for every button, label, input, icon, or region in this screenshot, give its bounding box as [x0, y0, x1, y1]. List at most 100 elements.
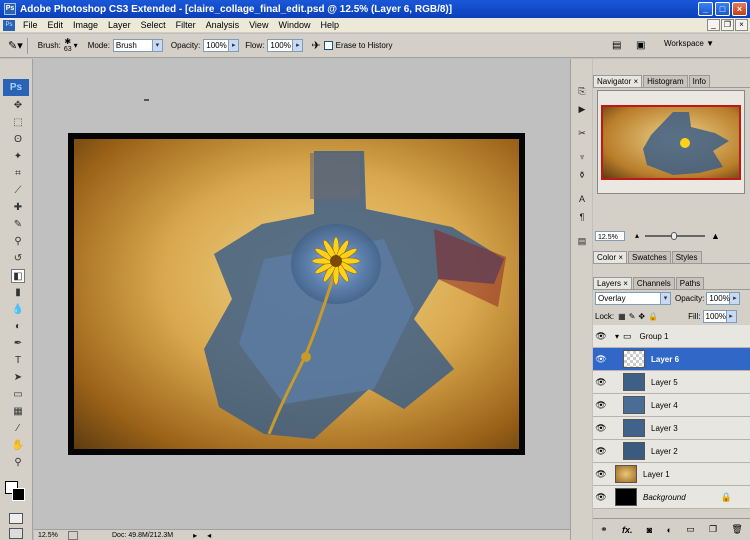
visibility-eye-icon[interactable]: 👁 — [593, 423, 609, 434]
photoshop-logo[interactable]: Ps — [3, 79, 29, 96]
blur-tool-icon[interactable]: 💧 — [11, 303, 25, 317]
visibility-eye-icon[interactable]: 👁 — [593, 469, 609, 480]
healing-brush-tool-icon[interactable]: ✚ — [11, 201, 25, 215]
workspace-button[interactable]: Workspace ▼ — [664, 39, 714, 48]
menu-help[interactable]: Help — [315, 20, 344, 30]
zoom-tool-icon[interactable]: ⚲ — [11, 456, 25, 470]
brush-picker[interactable]: ✱ 63 — [64, 37, 72, 54]
adjustment-layer-icon[interactable]: ◐ — [666, 525, 671, 535]
minimize-button[interactable]: _ — [698, 2, 713, 16]
tab-styles[interactable]: Styles — [671, 251, 702, 263]
tab-swatches[interactable]: Swatches — [628, 251, 671, 263]
airbrush-icon[interactable]: ✈ — [311, 39, 320, 52]
status-info-icon[interactable] — [68, 530, 78, 540]
type-tool-icon[interactable]: T — [11, 354, 25, 368]
layer-mask-icon[interactable]: ◙ — [647, 525, 652, 535]
menu-analysis[interactable]: Analysis — [201, 20, 245, 30]
actions-panel-icon[interactable]: ▶ — [575, 102, 589, 116]
tool-presets-icon[interactable]: ✂ — [575, 126, 589, 140]
history-panel-icon[interactable]: ⎘ — [575, 84, 589, 98]
visibility-eye-icon[interactable]: 👁 — [593, 377, 609, 388]
doc-minimize-button[interactable]: _ — [707, 19, 720, 31]
maximize-button[interactable]: □ — [715, 2, 730, 16]
opacity-slider-icon[interactable]: ▸ — [229, 39, 240, 52]
link-layers-icon[interactable]: ⚭ — [600, 524, 608, 535]
blend-mode-dropdown-icon[interactable]: ▾ — [661, 291, 671, 305]
tab-color[interactable]: Color × — [593, 251, 628, 263]
rectangle-tool-icon[interactable]: ▭ — [11, 388, 25, 402]
blend-mode-select[interactable]: Overlay — [595, 291, 661, 305]
bridge-icon[interactable]: ▣ — [636, 40, 645, 51]
pen-tool-icon[interactable]: ✒ — [11, 337, 25, 351]
tab-paths[interactable]: Paths — [675, 277, 705, 289]
visibility-eye-icon[interactable]: 👁 — [593, 492, 609, 503]
clone-stamp-tool-icon[interactable]: ⚲ — [11, 235, 25, 249]
move-tool-icon[interactable]: ✥ — [11, 99, 25, 113]
screen-mode-icon[interactable] — [9, 528, 23, 539]
dodge-tool-icon[interactable]: ◐ — [11, 320, 25, 334]
file-browser-icon[interactable]: ▤ — [612, 40, 621, 51]
fill-slider-icon[interactable]: ▸ — [726, 309, 737, 323]
document-icon[interactable]: Ps — [3, 19, 15, 31]
layer-row-layer-5[interactable]: 👁 Layer 5 — [593, 371, 750, 394]
brushes-panel-icon[interactable]: ♆ — [575, 150, 589, 164]
path-selection-tool-icon[interactable]: ➤ — [11, 371, 25, 385]
layer-style-icon[interactable]: fx. — [622, 525, 633, 535]
visibility-eye-icon[interactable]: 👁 — [593, 331, 609, 342]
visibility-eye-icon[interactable]: 👁 — [593, 400, 609, 411]
flow-slider-icon[interactable]: ▸ — [293, 39, 304, 52]
tab-layers[interactable]: Layers × — [593, 277, 632, 289]
lock-all-icon[interactable]: 🔒 — [648, 312, 658, 321]
zoom-slider-thumb[interactable] — [671, 231, 678, 240]
mode-dropdown-icon[interactable]: ▾ — [152, 39, 163, 52]
flow-input[interactable]: 100% — [267, 39, 294, 52]
menu-select[interactable]: Select — [136, 20, 171, 30]
zoom-level[interactable]: 12.5% — [38, 532, 66, 539]
mode-select[interactable]: Brush — [112, 39, 153, 52]
erase-to-history-checkbox[interactable] — [323, 41, 333, 50]
layer-opacity-input[interactable]: 100% — [706, 291, 731, 305]
new-group-icon[interactable]: ▭ — [686, 524, 695, 535]
layer-row-layer-3[interactable]: 👁 Layer 3 — [593, 417, 750, 440]
menu-image[interactable]: Image — [68, 20, 103, 30]
status-menu-arrow-icon[interactable]: ▸ — [193, 531, 197, 540]
background-color-swatch[interactable] — [12, 488, 25, 501]
tab-histogram[interactable]: Histogram — [643, 75, 688, 87]
eyedropper-tool-icon[interactable]: ⁄ — [11, 422, 25, 436]
group-expand-icon[interactable]: ▾ — [615, 332, 619, 341]
navigator-thumbnail[interactable] — [601, 105, 741, 180]
layer-comps-icon[interactable]: ▤ — [575, 234, 589, 248]
clone-source-icon[interactable]: ⚱ — [575, 168, 589, 182]
notes-tool-icon[interactable]: ▦ — [11, 405, 25, 419]
menu-window[interactable]: Window — [273, 20, 315, 30]
layer-row-group-1[interactable]: 👁 ▾ ▭ Group 1 — [593, 325, 750, 348]
scroll-left-icon[interactable]: ◂ — [207, 531, 211, 540]
tab-channels[interactable]: Channels — [632, 277, 675, 289]
lasso-tool-icon[interactable]: ʘ — [11, 133, 25, 147]
eraser-tool-preset-icon[interactable]: ✎▾ — [8, 39, 23, 52]
marquee-tool-icon[interactable]: ⬚ — [11, 116, 25, 130]
brush-tool-icon[interactable]: ✎ — [11, 218, 25, 232]
visibility-eye-icon[interactable]: 👁 — [593, 446, 609, 457]
doc-close-button[interactable]: × — [735, 19, 748, 31]
tab-navigator[interactable]: Navigator × — [593, 75, 643, 87]
zoom-slider[interactable] — [645, 231, 706, 240]
magic-wand-tool-icon[interactable]: ✦ — [11, 150, 25, 164]
slice-tool-icon[interactable]: ⟋ — [11, 184, 25, 198]
quick-mask-icon[interactable] — [9, 513, 23, 524]
layer-row-background[interactable]: 👁 Background 🔒 — [593, 486, 750, 509]
layer-row-layer-1[interactable]: 👁 Layer 1 — [593, 463, 750, 486]
menu-file[interactable]: File — [18, 20, 43, 30]
eraser-tool-icon[interactable]: ◧ — [11, 269, 25, 283]
fill-input[interactable]: 100% — [702, 309, 727, 323]
zoom-in-icon[interactable]: ▲ — [711, 231, 720, 241]
history-brush-tool-icon[interactable]: ↺ — [11, 252, 25, 266]
doc-restore-button[interactable]: ❐ — [721, 19, 734, 31]
layer-row-layer-2[interactable]: 👁 Layer 2 — [593, 440, 750, 463]
menu-edit[interactable]: Edit — [43, 20, 69, 30]
lock-pixels-icon[interactable]: ✎ — [629, 312, 636, 321]
menu-view[interactable]: View — [244, 20, 273, 30]
navigator-zoom-input[interactable]: 12.5% — [595, 230, 625, 241]
new-layer-icon[interactable]: ❐ — [709, 524, 717, 535]
layer-opacity-slider-icon[interactable]: ▸ — [730, 291, 741, 305]
